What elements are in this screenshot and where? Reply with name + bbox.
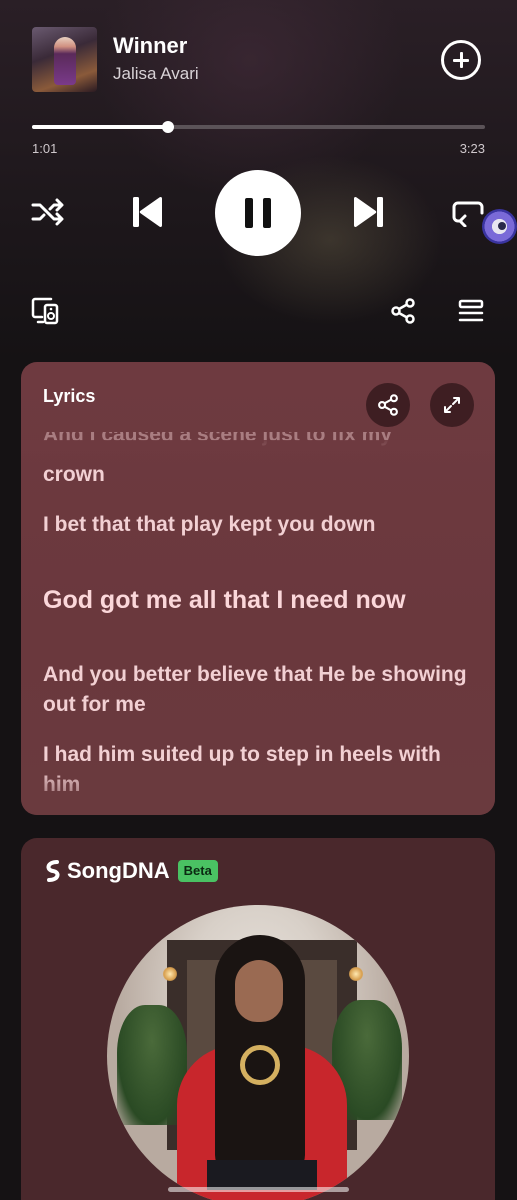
share-icon	[378, 394, 398, 416]
lyric-line[interactable]: I bet that that play kept you down	[43, 510, 473, 540]
progress-knob[interactable]	[161, 121, 174, 133]
repeat-icon	[452, 201, 484, 227]
pause-button[interactable]	[215, 170, 301, 256]
connect-device-button[interactable]	[30, 297, 60, 325]
progress-fill	[32, 125, 168, 129]
share-icon	[391, 298, 415, 324]
next-button[interactable]	[346, 191, 390, 233]
artist-photo[interactable]	[107, 905, 409, 1200]
connect-device-icon	[31, 297, 59, 325]
beta-badge: Beta	[177, 860, 218, 882]
song-title[interactable]: Winner	[113, 33, 187, 59]
home-indicator[interactable]	[168, 1187, 349, 1192]
songdna-header: SongDNA Beta	[43, 858, 218, 884]
queue-button[interactable]	[458, 298, 484, 324]
shuffle-button[interactable]	[30, 196, 66, 228]
lyric-line[interactable]: crown	[43, 460, 473, 490]
lyrics-share-button[interactable]	[366, 383, 410, 427]
songdna-logo-icon	[46, 860, 60, 882]
skip-next-icon	[353, 196, 383, 228]
floating-assistant-bubble[interactable]	[482, 209, 517, 244]
total-time: 3:23	[459, 141, 485, 156]
lyrics-card[interactable]: Lyrics And I caused a scene just to fix …	[21, 362, 495, 815]
lyrics-title: Lyrics	[43, 386, 96, 406]
song-artist[interactable]: Jalisa Avari	[113, 64, 199, 84]
share-button[interactable]	[390, 298, 416, 324]
album-art[interactable]	[32, 27, 97, 92]
add-to-library-button[interactable]	[441, 40, 481, 80]
pause-icon	[245, 198, 271, 228]
skip-previous-icon	[133, 196, 163, 228]
progress-bar[interactable]	[32, 120, 485, 134]
lyrics-expand-button[interactable]	[430, 383, 474, 427]
lyrics-fade-bottom	[21, 765, 495, 815]
songdna-title: SongDNA	[67, 858, 170, 883]
lyric-line[interactable]: And you better believe that He be showin…	[43, 660, 473, 720]
songdna-card[interactable]: SongDNA Beta	[21, 838, 495, 1200]
expand-icon	[444, 397, 460, 413]
shuffle-icon	[31, 198, 64, 226]
repeat-button[interactable]	[450, 196, 486, 228]
queue-icon	[458, 299, 484, 322]
elapsed-time: 1:01	[32, 141, 58, 156]
now-playing-header: Winner Jalisa Avari	[32, 27, 487, 95]
current-lyric-line[interactable]: God got me all that I need now	[43, 585, 473, 615]
previous-button[interactable]	[126, 191, 170, 233]
